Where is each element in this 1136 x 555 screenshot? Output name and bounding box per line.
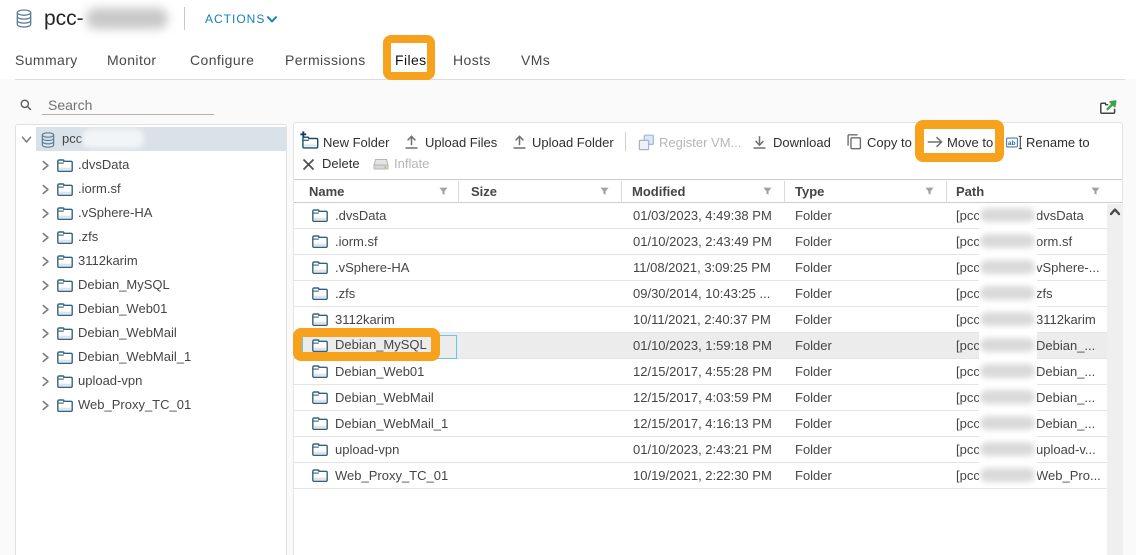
svg-text:ab: ab [1008, 140, 1016, 147]
